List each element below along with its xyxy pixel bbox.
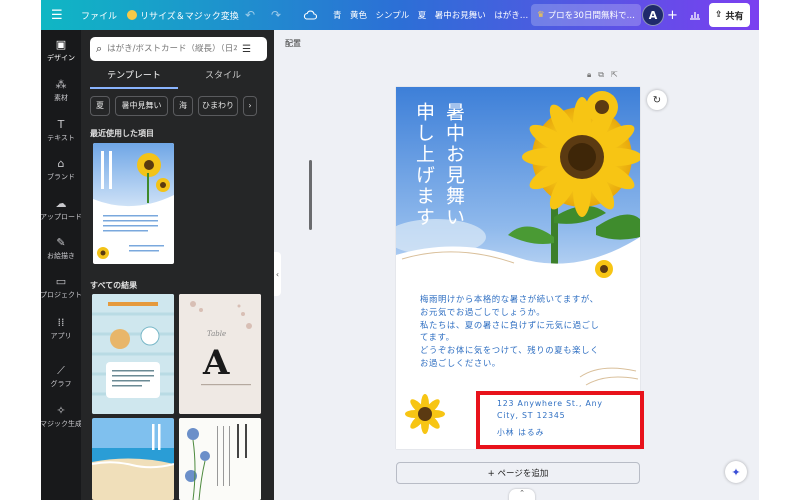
cloud-save-icon[interactable] <box>303 0 317 30</box>
rail-label: アプリ <box>50 332 72 340</box>
crown-icon: ♛ <box>537 10 545 20</box>
rail-label: マジック生成 <box>41 420 82 428</box>
panel-tabs: テンプレート スタイル <box>90 67 267 89</box>
rail-item-projects[interactable]: ▭ プロジェクト <box>41 275 82 300</box>
text-icon: T <box>57 118 65 131</box>
position-button[interactable]: 配置 <box>285 38 301 49</box>
chip-greeting[interactable]: 暑中見舞い <box>115 96 168 116</box>
rail-label: プロジェクト <box>41 291 82 299</box>
rail-label: 素材 <box>54 94 68 102</box>
chip-summer[interactable]: 夏 <box>90 96 110 116</box>
template-thumbnail[interactable]: Table A <box>179 294 261 414</box>
message-line: 梅雨明けから本格的な暑さが続いてますが、 <box>420 294 599 304</box>
hamburger-icon[interactable]: ☰ <box>51 0 63 30</box>
rail-item-upload[interactable]: ☁ アップロード <box>41 197 82 222</box>
card-title-line-1[interactable]: 暑中お見舞い <box>442 102 466 228</box>
apps-icon: ⁞⁞ <box>57 316 65 329</box>
add-page-button[interactable]: + ページを追加 <box>396 462 640 484</box>
search-input[interactable] <box>107 44 238 54</box>
top-bar: ☰ ファイル リサイズ＆マジック変換 ↶ ↷ 青 黄色 シンプル 夏 暑中お見舞… <box>41 0 759 30</box>
resize-label: リサイズ＆マジック変換 <box>140 11 239 22</box>
app-frame: ☰ ファイル リサイズ＆マジック変換 ↶ ↷ 青 黄色 シンプル 夏 暑中お見舞… <box>41 0 759 500</box>
message-line: どうぞお体に気をつけて、残りの夏も楽しく <box>420 345 600 356</box>
document-title[interactable]: 青 黄色 シンプル 夏 暑中お見舞い はがき… <box>333 0 528 30</box>
resize-button[interactable]: リサイズ＆マジック変換 <box>127 0 239 30</box>
analytics-icon[interactable] <box>689 0 701 30</box>
sparkle-icon[interactable]: ✦ <box>725 461 747 483</box>
refresh-icon[interactable]: ↻ <box>647 90 667 110</box>
folder-icon: ▭ <box>55 275 67 288</box>
thumb-script-text: Table <box>207 330 226 338</box>
left-rail: ▣ デザイン ⁂ 素材 T テキスト ⌂ ブランド ☁ アップロード ✎ お絵描… <box>41 30 82 500</box>
collapse-panel-button[interactable]: ‹ <box>274 252 281 296</box>
templates-panel: ⌕ ☰ テンプレート スタイル 夏 暑中見舞い 海 ひまわり › 最近使用した項… <box>81 30 312 500</box>
recent-label: 最近使用した項目 <box>90 129 154 138</box>
rail-item-draw[interactable]: ✎ お絵描き <box>41 236 81 261</box>
rail-item-design[interactable]: ▣ デザイン <box>41 38 81 63</box>
crown-icon <box>127 10 137 20</box>
share-icon: ⇪ <box>715 10 723 20</box>
draw-icon: ✎ <box>56 236 66 249</box>
page-tools: 🔒︎ ⧉ ⇱ <box>587 70 618 82</box>
pro-trial-button[interactable]: ♛ プロを30日間無料で… <box>531 4 641 26</box>
upload-icon: ☁ <box>55 197 67 210</box>
template-thumbnail[interactable] <box>179 418 261 500</box>
rail-item-text[interactable]: T テキスト <box>41 118 81 143</box>
magic-icon: ✧ <box>56 404 66 417</box>
message-line: 私たちは、夏の暑さに負けずに元気に過ごし <box>420 319 600 330</box>
wave-ornament <box>579 367 639 386</box>
lock-icon[interactable]: 🔒︎ <box>587 70 591 82</box>
rail-label: グラフ <box>50 380 72 388</box>
chevron-up-icon[interactable]: ⌃ <box>509 489 535 500</box>
rail-item-apps[interactable]: ⁞⁞ アプリ <box>41 316 81 341</box>
undo-icon[interactable]: ↶ <box>245 0 255 30</box>
chips-next-button[interactable]: › <box>243 96 257 116</box>
thumb-letter-text: A <box>202 343 230 383</box>
panel-scrollbar[interactable] <box>309 160 312 230</box>
filter-icon[interactable]: ☰ <box>242 44 251 55</box>
redo-icon[interactable]: ↷ <box>271 0 281 30</box>
avatar[interactable]: A <box>642 4 664 26</box>
search-box[interactable]: ⌕ ☰ <box>90 37 267 61</box>
recent-template-thumbnail[interactable] <box>93 143 174 264</box>
share-page-icon[interactable]: ⇱ <box>611 70 618 82</box>
card-title-line-2[interactable]: 申し上げます <box>412 102 436 228</box>
share-button[interactable]: ⇪ 共有 <box>709 3 750 27</box>
plus-icon[interactable]: + <box>667 0 678 30</box>
chip-sunflower[interactable]: ひまわり <box>198 96 238 116</box>
results-label: すべての結果 <box>90 281 138 290</box>
rail-label: テキスト <box>47 134 75 142</box>
rail-item-brand[interactable]: ⌂ ブランド <box>41 157 81 182</box>
tab-styles[interactable]: スタイル <box>179 67 267 89</box>
design-icon: ▣ <box>55 38 67 51</box>
message-line: お元気でお過ごしでしょうか。 <box>420 306 546 317</box>
search-icon: ⌕ <box>96 42 103 55</box>
message-line: てます。 <box>420 332 455 343</box>
share-label: 共有 <box>725 11 744 22</box>
tab-templates[interactable]: テンプレート <box>90 67 178 89</box>
sunflower-ornament[interactable] <box>404 393 446 435</box>
brand-icon: ⌂ <box>57 157 65 170</box>
rail-label: アップロード <box>41 213 82 221</box>
rail-item-charts[interactable]: ⟋ グラフ <box>41 364 81 389</box>
file-menu[interactable]: ファイル <box>81 0 117 30</box>
highlight-box <box>476 391 644 449</box>
rail-label: ブランド <box>47 173 75 181</box>
duplicate-icon[interactable]: ⧉ <box>598 70 604 82</box>
rail-label: デザイン <box>47 54 75 62</box>
rail-item-magic[interactable]: ✧ マジック生成 <box>41 404 82 429</box>
chart-icon: ⟋ <box>57 364 65 377</box>
elements-icon: ⁂ <box>55 78 67 91</box>
rail-label: お絵描き <box>47 252 75 260</box>
rail-item-elements[interactable]: ⁂ 素材 <box>41 78 81 103</box>
template-thumbnail[interactable] <box>92 418 174 500</box>
template-thumbnail[interactable] <box>92 294 174 414</box>
chip-sea[interactable]: 海 <box>173 96 193 116</box>
pro-trial-label: プロを30日間無料で… <box>547 11 635 21</box>
